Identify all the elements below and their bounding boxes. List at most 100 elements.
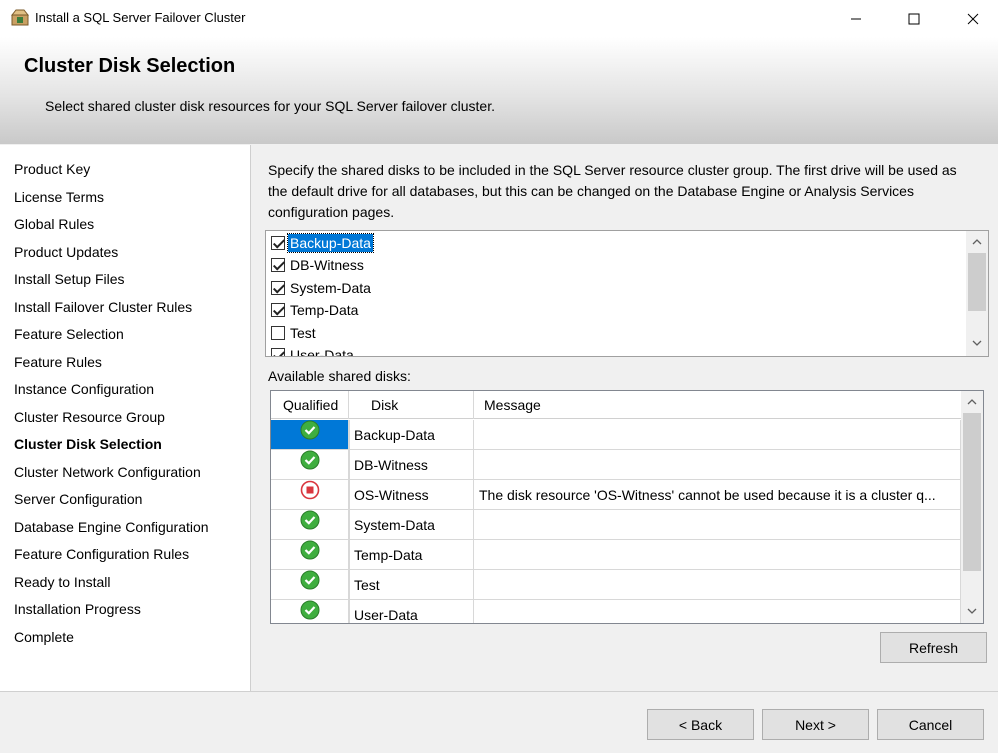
green-check-circle-icon [300, 600, 320, 623]
back-button[interactable]: < Back [647, 709, 754, 740]
scrollbar-thumb[interactable] [968, 253, 986, 311]
nav-item-feature-selection[interactable]: Feature Selection [14, 326, 124, 342]
grid-scrollbar[interactable] [961, 391, 983, 623]
disk-cell: System-Data [349, 510, 474, 540]
nav-item-feature-configuration-rules[interactable]: Feature Configuration Rules [14, 546, 189, 562]
chevron-up-icon[interactable] [961, 393, 983, 411]
green-check-circle-icon [300, 420, 320, 449]
grid-header: Qualified Disk Message [271, 391, 961, 419]
description-text: Specify the shared disks to be included … [268, 162, 957, 220]
table-row[interactable]: User-Data [271, 600, 961, 623]
disk-checklist-item[interactable]: Temp-Data [271, 300, 360, 320]
green-check-circle-icon [300, 540, 320, 569]
checkbox[interactable] [271, 281, 285, 295]
nav-item-global-rules[interactable]: Global Rules [14, 216, 94, 232]
disk-checklist-label: User-Data [290, 347, 354, 357]
disk-checklist-item[interactable]: User-Data [271, 345, 356, 357]
nav-item-ready-to-install[interactable]: Ready to Install [14, 574, 111, 590]
message-cell [474, 510, 961, 540]
checkbox[interactable] [271, 348, 285, 356]
disk-cell: Backup-Data [349, 420, 474, 450]
footer-divider [0, 691, 998, 692]
installer-box-icon [10, 9, 30, 26]
minimize-button[interactable] [833, 0, 879, 37]
nav-item-product-key[interactable]: Product Key [14, 161, 90, 177]
disk-checklist-item[interactable]: DB-Witness [271, 255, 366, 275]
refresh-button[interactable]: Refresh [880, 632, 987, 663]
shared-disk-checklist[interactable]: Backup-Data DB-Witness System-Data Temp-… [265, 230, 989, 357]
message-cell [474, 570, 961, 600]
nav-item-cluster-disk-selection[interactable]: Cluster Disk Selection [14, 436, 162, 452]
disk-checklist-label: Test [290, 325, 316, 341]
disk-checklist-label: DB-Witness [290, 257, 364, 273]
scrollbar-thumb[interactable] [963, 413, 981, 571]
page-title: Cluster Disk Selection [24, 55, 236, 77]
disk-checklist-item[interactable]: System-Data [271, 278, 373, 298]
table-row[interactable]: DB-Witness [271, 450, 961, 480]
qualified-cell [271, 450, 349, 480]
page-header: Cluster Disk Selection Select shared clu… [0, 37, 998, 144]
column-header-message[interactable]: Message [474, 391, 961, 419]
qualified-cell [271, 540, 349, 570]
checkbox[interactable] [271, 258, 285, 272]
chevron-down-icon[interactable] [966, 334, 988, 352]
nav-item-license-terms[interactable]: License Terms [14, 189, 104, 205]
nav-item-server-configuration[interactable]: Server Configuration [14, 491, 142, 507]
available-disks-label: Available shared disks: [268, 368, 411, 384]
qualified-cell [271, 480, 349, 510]
nav-item-product-updates[interactable]: Product Updates [14, 244, 118, 260]
checkbox[interactable] [271, 326, 285, 340]
message-cell [474, 420, 961, 450]
checkbox[interactable] [271, 236, 285, 250]
disk-cell: Test [349, 570, 474, 600]
disk-checklist-item[interactable]: Test [271, 323, 318, 343]
title-bar: Install a SQL Server Failover Cluster [0, 0, 998, 37]
nav-item-database-engine-configuration[interactable]: Database Engine Configuration [14, 519, 209, 535]
disk-checklist-label: System-Data [290, 280, 371, 296]
nav-item-cluster-network-configuration[interactable]: Cluster Network Configuration [14, 464, 201, 480]
close-button[interactable] [950, 0, 996, 37]
green-check-circle-icon [300, 450, 320, 479]
qualified-cell [271, 570, 349, 600]
disk-cell: OS-Witness [349, 480, 474, 510]
nav-item-instance-configuration[interactable]: Instance Configuration [14, 381, 154, 397]
window-title: Install a SQL Server Failover Cluster [35, 10, 246, 25]
message-cell [474, 600, 961, 623]
green-check-circle-icon [300, 570, 320, 599]
chevron-down-icon[interactable] [961, 602, 983, 620]
message-cell: The disk resource 'OS-Witness' cannot be… [474, 480, 961, 510]
disk-checklist-label: Temp-Data [290, 302, 359, 318]
nav-item-installation-progress[interactable]: Installation Progress [14, 601, 141, 617]
chevron-up-icon[interactable] [966, 233, 988, 251]
wizard-steps-nav: Product Key License Terms Global Rules P… [0, 145, 251, 691]
qualified-cell [271, 600, 349, 623]
table-row[interactable]: System-Data [271, 510, 961, 540]
red-stop-circle-icon [300, 480, 320, 509]
maximize-button[interactable] [891, 0, 937, 37]
green-check-circle-icon [300, 510, 320, 539]
message-cell [474, 540, 961, 570]
nav-item-complete[interactable]: Complete [14, 629, 74, 645]
checklist-scrollbar[interactable] [966, 231, 988, 356]
column-header-disk[interactable]: Disk [349, 391, 474, 419]
column-header-qualified[interactable]: Qualified [271, 391, 349, 419]
qualified-cell [271, 420, 349, 450]
checkbox[interactable] [271, 303, 285, 317]
available-disks-grid[interactable]: Qualified Disk Message Backup-Data DB-Wi… [270, 390, 984, 624]
cancel-button[interactable]: Cancel [877, 709, 984, 740]
table-row[interactable]: Temp-Data [271, 540, 961, 570]
disk-cell: DB-Witness [349, 450, 474, 480]
next-button[interactable]: Next > [762, 709, 869, 740]
disk-checklist-item[interactable]: Backup-Data [271, 233, 374, 253]
page-subtitle: Select shared cluster disk resources for… [45, 98, 495, 114]
disk-cell: Temp-Data [349, 540, 474, 570]
nav-item-feature-rules[interactable]: Feature Rules [14, 354, 102, 370]
table-row[interactable]: OS-Witness The disk resource 'OS-Witness… [271, 480, 961, 510]
table-row[interactable]: Backup-Data [271, 420, 961, 450]
disk-checklist-label: Backup-Data [287, 233, 374, 253]
table-row[interactable]: Test [271, 570, 961, 600]
nav-item-cluster-resource-group[interactable]: Cluster Resource Group [14, 409, 165, 425]
nav-item-install-setup-files[interactable]: Install Setup Files [14, 271, 125, 287]
nav-item-install-failover-cluster-rules[interactable]: Install Failover Cluster Rules [14, 299, 192, 315]
disk-cell: User-Data [349, 600, 474, 623]
